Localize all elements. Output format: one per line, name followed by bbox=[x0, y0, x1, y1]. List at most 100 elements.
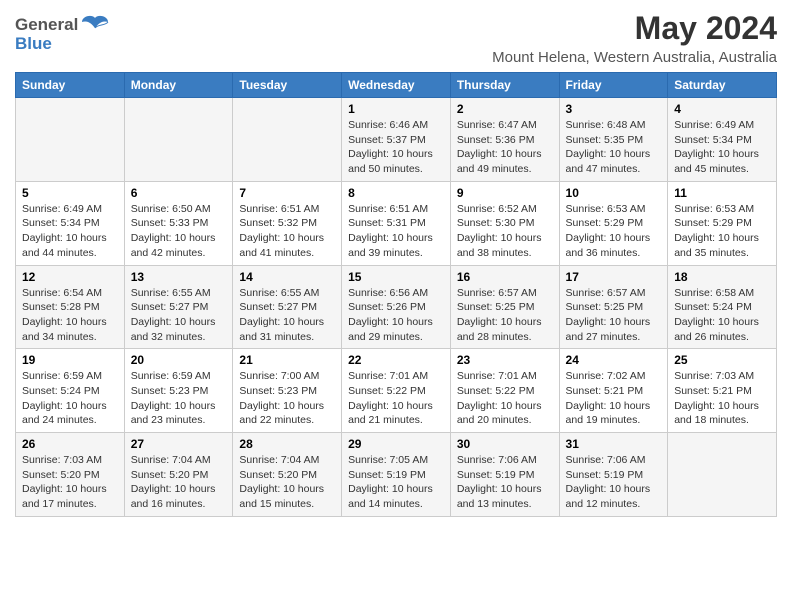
calendar-cell: 19 Sunrise: 6:59 AMSunset: 5:24 PMDayligh… bbox=[16, 349, 125, 433]
calendar-cell: 18Sunrise: 6:58 AMSunset: 5:24 PMDayligh… bbox=[668, 265, 777, 349]
calendar-cell: 16 Sunrise: 6:57 AMSunset: 5:25 PMDayligh… bbox=[450, 265, 559, 349]
day-number: 27 bbox=[131, 437, 227, 451]
day-number: 24 bbox=[566, 353, 662, 367]
day-info: Sunrise: 6:47 AMSunset: 5:36 PMDaylight:… bbox=[457, 118, 553, 177]
week-row-5: 26 Sunrise: 7:03 AMSunset: 5:20 PMDayligh… bbox=[16, 433, 777, 517]
header-friday: Friday bbox=[559, 73, 668, 98]
day-number: 16 bbox=[457, 270, 553, 284]
day-info: Sunrise: 7:04 AMSunset: 5:20 PMDaylight:… bbox=[239, 453, 335, 512]
week-row-2: 5 Sunrise: 6:49 AMSunset: 5:34 PMDaylight… bbox=[16, 181, 777, 265]
day-info: Sunrise: 7:02 AMSunset: 5:21 PMDaylight:… bbox=[566, 369, 662, 428]
day-number: 12 bbox=[22, 270, 118, 284]
calendar-cell: 21Sunrise: 7:00 AMSunset: 5:23 PMDayligh… bbox=[233, 349, 342, 433]
calendar-cell: 15 Sunrise: 6:56 AMSunset: 5:26 PMDayligh… bbox=[342, 265, 451, 349]
calendar-cell: 9Sunrise: 6:52 AMSunset: 5:30 PMDaylight… bbox=[450, 181, 559, 265]
day-number: 2 bbox=[457, 102, 553, 116]
day-number: 15 bbox=[348, 270, 444, 284]
day-number: 26 bbox=[22, 437, 118, 451]
week-row-3: 12 Sunrise: 6:54 AMSunset: 5:28 PMDayligh… bbox=[16, 265, 777, 349]
day-info: Sunrise: 6:55 AMSunset: 5:27 PMDaylight:… bbox=[131, 286, 227, 345]
calendar-cell: 12 Sunrise: 6:54 AMSunset: 5:28 PMDayligh… bbox=[16, 265, 125, 349]
day-number: 20 bbox=[131, 353, 227, 367]
calendar-cell: 30 Sunrise: 7:06 AMSunset: 5:19 PMDayligh… bbox=[450, 433, 559, 517]
calendar-cell: 8 Sunrise: 6:51 AMSunset: 5:31 PMDaylight… bbox=[342, 181, 451, 265]
calendar-cell: 11Sunrise: 6:53 AMSunset: 5:29 PMDayligh… bbox=[668, 181, 777, 265]
day-number: 3 bbox=[566, 102, 662, 116]
calendar-cell: 22 Sunrise: 7:01 AMSunset: 5:22 PMDayligh… bbox=[342, 349, 451, 433]
calendar-header-row: SundayMondayTuesdayWednesdayThursdayFrid… bbox=[16, 73, 777, 98]
calendar-cell: 17Sunrise: 6:57 AMSunset: 5:25 PMDayligh… bbox=[559, 265, 668, 349]
header-monday: Monday bbox=[124, 73, 233, 98]
calendar-cell: 7 Sunrise: 6:51 AMSunset: 5:32 PMDaylight… bbox=[233, 181, 342, 265]
day-number: 19 bbox=[22, 353, 118, 367]
day-info: Sunrise: 6:57 AMSunset: 5:25 PMDaylight:… bbox=[457, 286, 553, 345]
day-info: Sunrise: 6:53 AMSunset: 5:29 PMDaylight:… bbox=[566, 202, 662, 261]
calendar-cell: 31 Sunrise: 7:06 AMSunset: 5:19 PMDayligh… bbox=[559, 433, 668, 517]
header-tuesday: Tuesday bbox=[233, 73, 342, 98]
day-info: Sunrise: 6:58 AMSunset: 5:24 PMDaylight:… bbox=[674, 286, 770, 345]
calendar-cell: 5 Sunrise: 6:49 AMSunset: 5:34 PMDaylight… bbox=[16, 181, 125, 265]
day-info: Sunrise: 6:53 AMSunset: 5:29 PMDaylight:… bbox=[674, 202, 770, 261]
day-number: 7 bbox=[239, 186, 335, 200]
calendar-cell bbox=[668, 433, 777, 517]
day-number: 1 bbox=[348, 102, 444, 116]
day-number: 25 bbox=[674, 353, 770, 367]
calendar-cell: 27 Sunrise: 7:04 AMSunset: 5:20 PMDayligh… bbox=[124, 433, 233, 517]
day-info: Sunrise: 7:01 AMSunset: 5:22 PMDaylight:… bbox=[457, 369, 553, 428]
calendar-cell: 4 Sunrise: 6:49 AMSunset: 5:34 PMDaylight… bbox=[668, 98, 777, 182]
day-info: Sunrise: 6:49 AMSunset: 5:34 PMDaylight:… bbox=[674, 118, 770, 177]
header: General Blue May 2024 Mount Helena, West… bbox=[15, 10, 777, 66]
day-info: Sunrise: 6:50 AMSunset: 5:33 PMDaylight:… bbox=[131, 202, 227, 261]
day-info: Sunrise: 7:05 AMSunset: 5:19 PMDaylight:… bbox=[348, 453, 444, 512]
day-number: 23 bbox=[457, 353, 553, 367]
day-info: Sunrise: 6:56 AMSunset: 5:26 PMDaylight:… bbox=[348, 286, 444, 345]
day-info: Sunrise: 7:03 AMSunset: 5:21 PMDaylight:… bbox=[674, 369, 770, 428]
subtitle: Mount Helena, Western Australia, Austral… bbox=[492, 49, 777, 66]
calendar-cell: 20 Sunrise: 6:59 AMSunset: 5:23 PMDayligh… bbox=[124, 349, 233, 433]
calendar-cell bbox=[16, 98, 125, 182]
day-number: 4 bbox=[674, 102, 770, 116]
day-number: 6 bbox=[131, 186, 227, 200]
header-wednesday: Wednesday bbox=[342, 73, 451, 98]
day-info: Sunrise: 7:06 AMSunset: 5:19 PMDaylight:… bbox=[566, 453, 662, 512]
day-info: Sunrise: 7:04 AMSunset: 5:20 PMDaylight:… bbox=[131, 453, 227, 512]
day-number: 30 bbox=[457, 437, 553, 451]
logo: General Blue bbox=[15, 14, 110, 54]
day-info: Sunrise: 6:49 AMSunset: 5:34 PMDaylight:… bbox=[22, 202, 118, 261]
calendar-cell: 6 Sunrise: 6:50 AMSunset: 5:33 PMDaylight… bbox=[124, 181, 233, 265]
week-row-1: 1 Sunrise: 6:46 AMSunset: 5:37 PMDaylight… bbox=[16, 98, 777, 182]
calendar-cell: 29 Sunrise: 7:05 AMSunset: 5:19 PMDayligh… bbox=[342, 433, 451, 517]
calendar-cell bbox=[233, 98, 342, 182]
day-info: Sunrise: 6:46 AMSunset: 5:37 PMDaylight:… bbox=[348, 118, 444, 177]
day-number: 13 bbox=[131, 270, 227, 284]
calendar-cell: 25 Sunrise: 7:03 AMSunset: 5:21 PMDayligh… bbox=[668, 349, 777, 433]
day-number: 22 bbox=[348, 353, 444, 367]
day-number: 29 bbox=[348, 437, 444, 451]
day-info: Sunrise: 6:59 AMSunset: 5:24 PMDaylight:… bbox=[22, 369, 118, 428]
day-info: Sunrise: 6:59 AMSunset: 5:23 PMDaylight:… bbox=[131, 369, 227, 428]
calendar-cell: 1 Sunrise: 6:46 AMSunset: 5:37 PMDaylight… bbox=[342, 98, 451, 182]
day-number: 14 bbox=[239, 270, 335, 284]
day-number: 17 bbox=[566, 270, 662, 284]
calendar-cell: 24 Sunrise: 7:02 AMSunset: 5:21 PMDayligh… bbox=[559, 349, 668, 433]
day-number: 8 bbox=[348, 186, 444, 200]
day-info: Sunrise: 6:51 AMSunset: 5:32 PMDaylight:… bbox=[239, 202, 335, 261]
title-area: May 2024 Mount Helena, Western Australia… bbox=[492, 10, 777, 66]
calendar-cell: 26 Sunrise: 7:03 AMSunset: 5:20 PMDayligh… bbox=[16, 433, 125, 517]
day-number: 5 bbox=[22, 186, 118, 200]
calendar-cell: 14Sunrise: 6:55 AMSunset: 5:27 PMDayligh… bbox=[233, 265, 342, 349]
logo-line1: General bbox=[15, 15, 78, 34]
day-info: Sunrise: 7:01 AMSunset: 5:22 PMDaylight:… bbox=[348, 369, 444, 428]
calendar-cell: 23 Sunrise: 7:01 AMSunset: 5:22 PMDayligh… bbox=[450, 349, 559, 433]
day-info: Sunrise: 7:03 AMSunset: 5:20 PMDaylight:… bbox=[22, 453, 118, 512]
week-row-4: 19 Sunrise: 6:59 AMSunset: 5:24 PMDayligh… bbox=[16, 349, 777, 433]
day-info: Sunrise: 6:54 AMSunset: 5:28 PMDaylight:… bbox=[22, 286, 118, 345]
day-number: 28 bbox=[239, 437, 335, 451]
main-title: May 2024 bbox=[492, 10, 777, 47]
day-info: Sunrise: 7:06 AMSunset: 5:19 PMDaylight:… bbox=[457, 453, 553, 512]
calendar-cell: 13 Sunrise: 6:55 AMSunset: 5:27 PMDayligh… bbox=[124, 265, 233, 349]
day-info: Sunrise: 6:51 AMSunset: 5:31 PMDaylight:… bbox=[348, 202, 444, 261]
calendar-cell bbox=[124, 98, 233, 182]
day-number: 31 bbox=[566, 437, 662, 451]
logo-line2: Blue bbox=[15, 34, 52, 53]
